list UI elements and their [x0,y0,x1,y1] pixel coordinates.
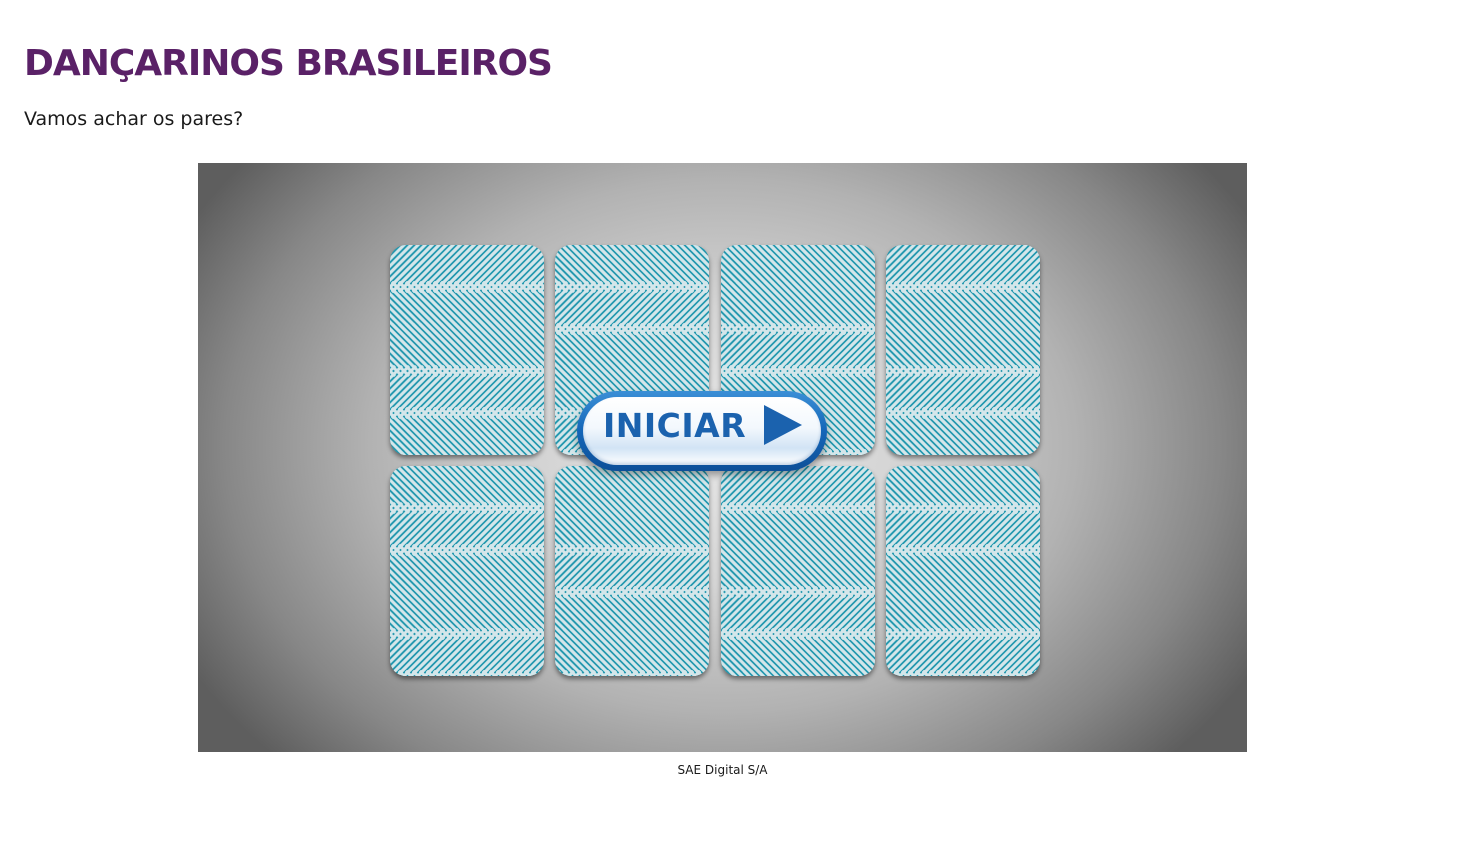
memory-card-6[interactable] [555,466,709,676]
page-title: DANÇARINOS BRASILEIROS [24,43,553,84]
card-back-pattern [721,466,875,676]
credit-text: SAE Digital S/A [677,763,768,777]
memory-card-8[interactable] [886,466,1040,676]
page-subtitle: Vamos achar os pares? [24,108,244,130]
start-button[interactable]: INICIAR [577,391,827,471]
memory-card-7[interactable] [721,466,875,676]
play-icon [764,405,802,445]
memory-card-4[interactable] [886,245,1040,455]
card-back-pattern [390,245,544,455]
memory-card-5[interactable] [390,466,544,676]
card-back-pattern [886,245,1040,455]
memory-game-stage[interactable]: INICIAR [198,163,1247,752]
card-back-pattern [886,466,1040,676]
card-back-pattern [555,466,709,676]
memory-card-1[interactable] [390,245,544,455]
start-button-label: INICIAR [603,406,747,445]
card-back-pattern [390,466,544,676]
